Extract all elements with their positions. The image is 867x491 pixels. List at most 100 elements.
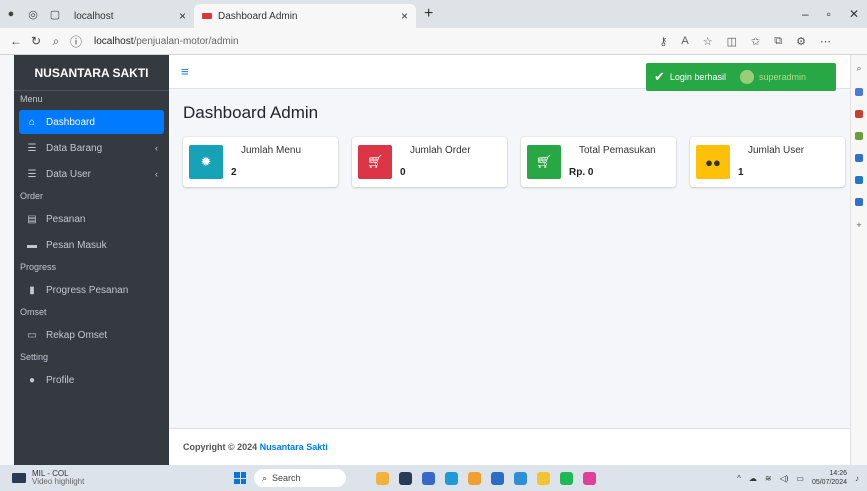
wifi-icon[interactable]: ≋	[765, 474, 772, 483]
favorites-icon[interactable]: ✩	[751, 35, 760, 48]
card-label: Total Pemasukan	[579, 145, 656, 156]
notification-bell-icon[interactable]: ♪	[855, 474, 859, 483]
taskbar: MIL - COL Video highlight ⌕ Search ^ ☁ ≋…	[0, 465, 867, 491]
extensions-icon[interactable]: ⚙	[796, 35, 806, 48]
stat-cards: ✹ Jumlah Menu 2 🛒︎ Jumlah Order 0 🛒︎ Tot…	[183, 137, 848, 187]
footer-brand-link[interactable]: Nusantara Sakti	[260, 442, 328, 452]
address-bar: ← ↻ ⌕ ⓘ localhost/penjualan-motor/admin …	[0, 28, 867, 55]
cart-icon: 🛒︎	[527, 145, 561, 179]
home-icon: ⌂	[28, 116, 36, 128]
cloud-icon[interactable]: ☁	[749, 474, 757, 483]
sidebar-item-profile[interactable]: ● Profile	[19, 368, 164, 392]
sidebar-item-pesanan[interactable]: ▤ Pesanan	[19, 207, 164, 231]
file-explorer-icon[interactable]	[537, 471, 550, 485]
spotify-icon[interactable]	[560, 471, 573, 485]
bookmark-icon: ▮	[29, 284, 35, 296]
close-icon[interactable]: ×	[179, 9, 186, 23]
tab-localhost[interactable]: localhost ×	[66, 4, 194, 28]
drop-icon[interactable]	[855, 198, 863, 206]
favicon-icon	[202, 13, 212, 19]
tab-dashboard-admin[interactable]: Dashboard Admin ×	[194, 4, 416, 28]
clock[interactable]: 14:26 05/07/2024	[812, 469, 847, 487]
sidebar-item-pesan-masuk[interactable]: ▬ Pesan Masuk	[19, 233, 164, 257]
edge-icon[interactable]	[445, 471, 458, 485]
card-label: Jumlah Menu	[241, 145, 302, 156]
avatar	[739, 70, 754, 84]
url-path: /penjualan-motor/admin	[133, 35, 239, 47]
address-actions: ⚷ A ☆ ◫ ✩ ⧉ ⚙ ⋯	[659, 35, 867, 48]
sidebar-item-progress-pesanan[interactable]: ▮ Progress Pesanan	[19, 278, 164, 302]
section-setting: Setting	[20, 352, 49, 362]
taskbar-search[interactable]: ⌕ Search	[254, 469, 346, 487]
window-controls: – ▫ ✕	[802, 7, 867, 21]
page-title: Dashboard Admin	[183, 103, 319, 122]
close-window-icon[interactable]: ✕	[849, 7, 859, 21]
cart-icon: 🛒︎	[358, 145, 392, 179]
sidebar-item-rekap-omset[interactable]: ▭ Rekap Omset	[19, 323, 164, 347]
teams-icon[interactable]	[422, 471, 435, 485]
favorite-star-icon[interactable]: ☆	[703, 35, 713, 48]
footer: Copyright © 2024 Nusantara Sakti	[169, 428, 850, 465]
tools-icon[interactable]	[855, 132, 863, 140]
toast-username[interactable]: superadmin	[759, 72, 806, 82]
tab-actions-icon[interactable]: ▢	[44, 3, 66, 25]
widget-subtitle: Video highlight	[32, 477, 85, 486]
task-view-icon[interactable]	[399, 471, 412, 485]
url-field[interactable]: localhost/penjualan-motor/admin	[94, 36, 659, 47]
split-screen-icon[interactable]: ◫	[727, 35, 737, 48]
collections-icon[interactable]: ⧉	[774, 35, 782, 48]
browser-tab-bar: ● ◎ ▢ localhost × Dashboard Admin × + – …	[0, 0, 867, 28]
games-icon[interactable]	[855, 154, 863, 162]
sidebar-item-data-barang[interactable]: ☰ Data Barang ‹	[19, 136, 164, 160]
card-value: 2	[231, 167, 237, 178]
comment-icon: ▬	[27, 239, 37, 251]
chrome-icon[interactable]	[468, 471, 481, 485]
shopping-icon[interactable]	[855, 110, 863, 118]
app-icon[interactable]	[583, 471, 596, 485]
check-icon: ✔	[654, 69, 665, 84]
search-icon[interactable]: ⌕	[856, 63, 861, 74]
search-icon: ⌕	[262, 472, 268, 483]
clock-time: 14:26	[829, 470, 847, 477]
card-jumlah-user: ●● Jumlah User 1	[690, 137, 845, 187]
add-icon[interactable]: +	[856, 220, 861, 230]
search-icon[interactable]: ⌕	[46, 34, 66, 49]
minimize-icon[interactable]: –	[802, 7, 809, 21]
hamburger-menu-icon[interactable]: ≡	[181, 64, 189, 79]
list-icon: ☰	[27, 142, 37, 154]
card-value: 0	[400, 167, 406, 178]
refresh-icon[interactable]: ↻	[26, 34, 46, 48]
brand-title[interactable]: NUSANTARA SAKTI	[14, 55, 169, 91]
workspaces-icon[interactable]: ◎	[22, 3, 44, 25]
sidebar: NUSANTARA SAKTI Menu ⌂ Dashboard ☰ Data …	[14, 55, 169, 465]
back-icon[interactable]: ←	[6, 34, 26, 48]
site-info-icon[interactable]: ⓘ	[66, 33, 86, 50]
section-order: Order	[20, 191, 44, 201]
outlook-icon[interactable]	[855, 176, 863, 184]
video-thumbnail-icon	[12, 473, 26, 483]
sidebar-item-dashboard[interactable]: ⌂ Dashboard	[19, 110, 164, 134]
taskbar-widget[interactable]: MIL - COL Video highlight	[0, 470, 230, 486]
sidebar-item-label: Dashboard	[46, 116, 95, 128]
windows-start-icon[interactable]	[234, 472, 246, 484]
copilot-icon[interactable]	[855, 88, 863, 96]
chevron-left-icon: ‹	[155, 169, 158, 179]
footer-copyright: Copyright © 2024	[183, 442, 258, 452]
more-icon[interactable]: ⋯	[820, 35, 831, 48]
restore-icon[interactable]: ▫	[827, 7, 831, 21]
card-label: Jumlah User	[748, 145, 805, 156]
profile-icon[interactable]: ●	[0, 3, 22, 25]
chevron-up-icon[interactable]: ^	[737, 474, 741, 483]
read-aloud-icon[interactable]: A	[681, 35, 688, 48]
store-icon[interactable]	[491, 471, 504, 485]
widgets-icon[interactable]	[376, 471, 389, 485]
top-navbar: ≡ ✔ Login berhasil superadmin	[169, 55, 850, 91]
search-label: Search	[272, 473, 301, 483]
mail-icon[interactable]	[514, 471, 527, 485]
sidebar-item-data-user[interactable]: ☰ Data User ‹	[19, 162, 164, 186]
volume-icon[interactable]: ◁)	[780, 474, 789, 483]
new-tab-button[interactable]: +	[416, 5, 441, 23]
key-icon[interactable]: ⚷	[659, 35, 667, 48]
battery-icon[interactable]: ▭	[796, 474, 804, 483]
close-icon[interactable]: ×	[401, 9, 408, 23]
